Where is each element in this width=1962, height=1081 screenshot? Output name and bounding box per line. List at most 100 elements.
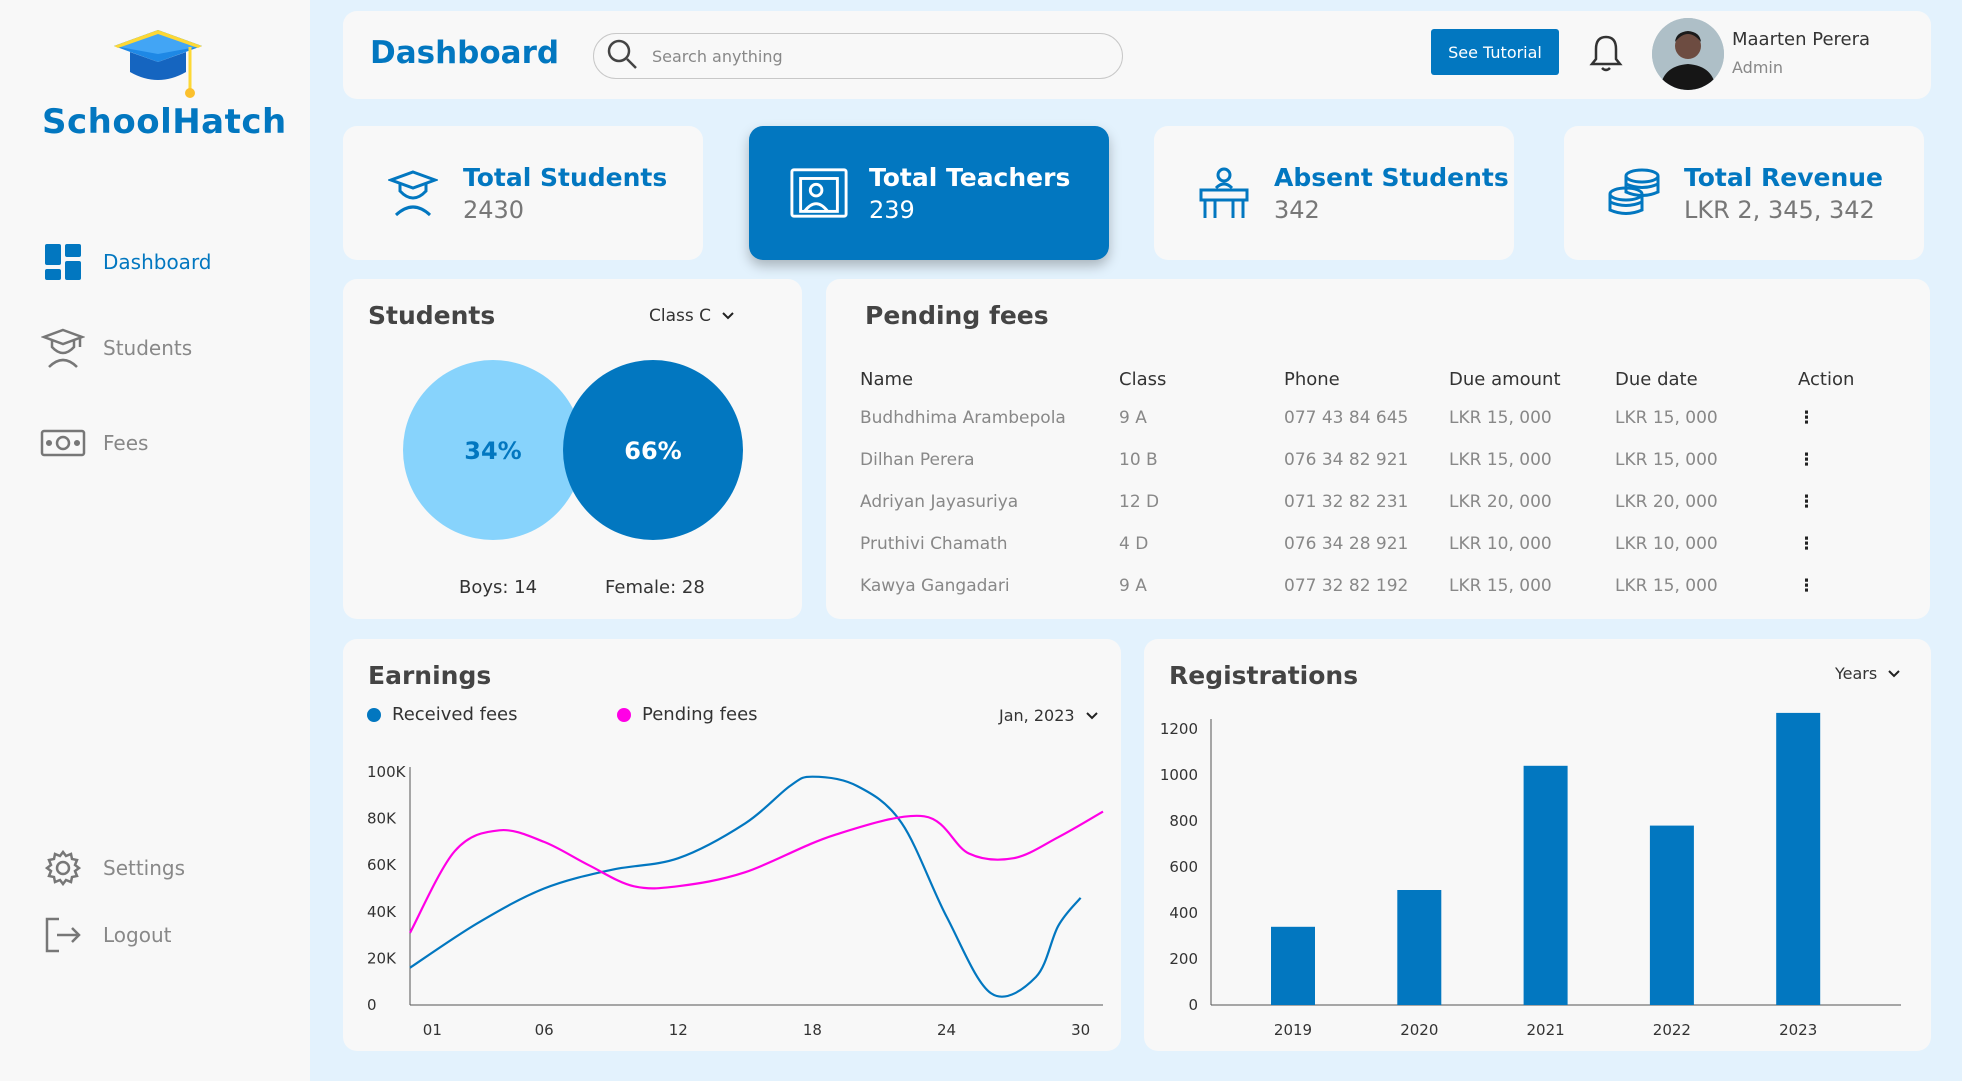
money-icon (40, 420, 86, 466)
table-row[interactable]: Kawya Gangadari 9 A 077 32 82 192 LKR 15… (860, 565, 1878, 607)
stat-label: Total Revenue (1684, 162, 1884, 192)
stat-value: LKR 2, 345, 342 (1684, 195, 1875, 224)
user-role: Admin (1732, 58, 1783, 77)
cell-due-amount: LKR 15, 000 (1449, 450, 1552, 470)
gender-venn-chart: 34% 66% (403, 360, 743, 540)
graduate-icon (40, 325, 86, 371)
column-header: Action (1798, 368, 1855, 390)
y-tick-label: 0 (367, 996, 377, 1014)
stat-label: Absent Students (1274, 162, 1509, 192)
logout-button[interactable]: Logout (40, 910, 290, 960)
graduation-cap-logo-icon (114, 30, 202, 98)
cell-due-date: LKR 15, 000 (1615, 450, 1718, 470)
more-actions-icon[interactable]: ⋮ (1798, 492, 1815, 512)
y-tick-label: 40K (367, 903, 397, 921)
pending-fees-title: Pending fees (865, 301, 1049, 330)
pending-fees-panel: Pending fees Name Class Phone Due amount… (826, 279, 1930, 619)
y-tick-label: 80K (367, 810, 397, 828)
sidebar-item-dashboard[interactable]: Dashboard (40, 237, 290, 287)
female-count-label: Female: 28 (605, 577, 705, 598)
y-tick-label: 400 (1169, 904, 1198, 922)
sidebar-item-students[interactable]: Students (40, 323, 290, 373)
stat-value: 342 (1274, 195, 1320, 224)
x-tick-label: 2022 (1653, 1021, 1691, 1039)
cell-class: 9 A (1119, 576, 1147, 596)
y-tick-label: 1200 (1160, 720, 1198, 738)
search-input[interactable] (652, 46, 1092, 66)
more-actions-icon[interactable]: ⋮ (1798, 576, 1815, 596)
earnings-panel: Earnings Received fees Pending fees Jan,… (343, 639, 1121, 1051)
stat-card-total-teachers[interactable]: Total Teachers 239 (749, 126, 1109, 260)
registrations-panel: Registrations Years 0 200 400 600 800 1000 120… (1144, 639, 1931, 1051)
cell-name: Budhdhima Arambepola (860, 408, 1066, 428)
cell-name: Adriyan Jayasuriya (860, 492, 1019, 512)
registrations-bar-chart: 0 200 400 600 800 1000 1200 2019 2020 2021 2022 202… (1160, 712, 1901, 1039)
cell-due-amount: LKR 20, 000 (1449, 492, 1552, 512)
sidebar-item-label: Dashboard (103, 250, 212, 274)
stat-label: Total Teachers (869, 162, 1071, 192)
desk-icon (1194, 163, 1254, 223)
stat-value: 2430 (463, 195, 525, 224)
search-icon (606, 38, 638, 74)
more-actions-icon[interactable]: ⋮ (1798, 450, 1815, 470)
stat-card-total-students[interactable]: Total Students 2430 (343, 126, 703, 260)
table-row[interactable]: Budhdhima Arambepola 9 A 077 43 84 645 L… (860, 397, 1878, 439)
cell-due-amount: LKR 10, 000 (1449, 534, 1552, 554)
table-row[interactable]: Adriyan Jayasuriya 12 D 071 32 82 231 LK… (860, 481, 1878, 523)
bar-2021 (1523, 765, 1568, 1005)
cell-due-amount: LKR 15, 000 (1449, 576, 1552, 596)
cell-class: 4 D (1119, 534, 1149, 554)
y-tick-label: 100K (367, 763, 407, 781)
cell-name: Dilhan Perera (860, 450, 975, 470)
y-tick-label: 200 (1169, 950, 1198, 968)
cell-phone: 076 34 28 921 (1284, 534, 1409, 554)
cell-class: 12 D (1119, 492, 1160, 512)
teacher-board-icon (789, 163, 849, 223)
sidebar-item-label: Logout (103, 923, 172, 947)
table-header-row: Name Class Phone Due amount Due date Act… (860, 361, 1878, 397)
series-line-pending-fees (409, 810, 1104, 934)
coins-icon (1604, 163, 1664, 223)
column-header: Due amount (1449, 368, 1561, 390)
gear-icon (40, 845, 86, 891)
x-tick-label: 2021 (1527, 1021, 1565, 1039)
y-tick-label: 800 (1169, 812, 1198, 830)
students-panel: Students Class C 34% 66% Boys: 14 Female… (343, 279, 802, 619)
more-actions-icon[interactable]: ⋮ (1798, 534, 1815, 554)
stat-card-absent-students[interactable]: Absent Students 342 (1154, 126, 1514, 260)
cell-phone: 071 32 82 231 (1284, 492, 1409, 512)
more-actions-icon[interactable]: ⋮ (1798, 408, 1815, 428)
bell-icon[interactable] (1588, 33, 1624, 73)
column-header: Phone (1284, 368, 1340, 390)
dashboard-icon (40, 239, 86, 285)
cell-due-date: LKR 20, 000 (1615, 492, 1718, 512)
cell-phone: 076 34 82 921 (1284, 450, 1409, 470)
x-tick-label: 2019 (1274, 1021, 1312, 1039)
x-tick-label: 18 (803, 1021, 822, 1039)
cell-due-date: LKR 10, 000 (1615, 534, 1718, 554)
female-percentage: 66% (624, 437, 681, 465)
table-row[interactable]: Pruthivi Chamath 4 D 076 34 28 921 LKR 1… (860, 523, 1878, 565)
brand-name: SchoolHatch (42, 102, 287, 142)
search-box[interactable] (593, 33, 1123, 79)
series-line-received-fees (409, 775, 1082, 998)
cell-due-amount: LKR 15, 000 (1449, 408, 1552, 428)
sidebar-item-fees[interactable]: Fees (40, 418, 290, 468)
x-tick-label: 06 (535, 1021, 554, 1039)
x-tick-label: 24 (937, 1021, 956, 1039)
sidebar-item-settings[interactable]: Settings (40, 843, 290, 893)
cell-due-date: LKR 15, 000 (1615, 408, 1718, 428)
sidebar-item-label: Settings (103, 856, 186, 880)
table-row[interactable]: Dilhan Perera 10 B 076 34 82 921 LKR 15,… (860, 439, 1878, 481)
cell-due-date: LKR 15, 000 (1615, 576, 1718, 596)
sidebar-item-label: Fees (103, 431, 149, 455)
see-tutorial-button[interactable]: See Tutorial (1431, 29, 1559, 75)
stat-card-total-revenue[interactable]: Total Revenue LKR 2, 345, 342 (1564, 126, 1924, 260)
stat-value: 239 (869, 195, 915, 224)
y-tick-label: 20K (367, 949, 397, 967)
boys-count-label: Boys: 14 (459, 577, 538, 598)
pending-fees-table: Name Class Phone Due amount Due date Act… (860, 361, 1878, 607)
x-tick-label: 30 (1071, 1021, 1090, 1039)
avatar[interactable] (1652, 18, 1724, 90)
cell-class: 9 A (1119, 408, 1147, 428)
